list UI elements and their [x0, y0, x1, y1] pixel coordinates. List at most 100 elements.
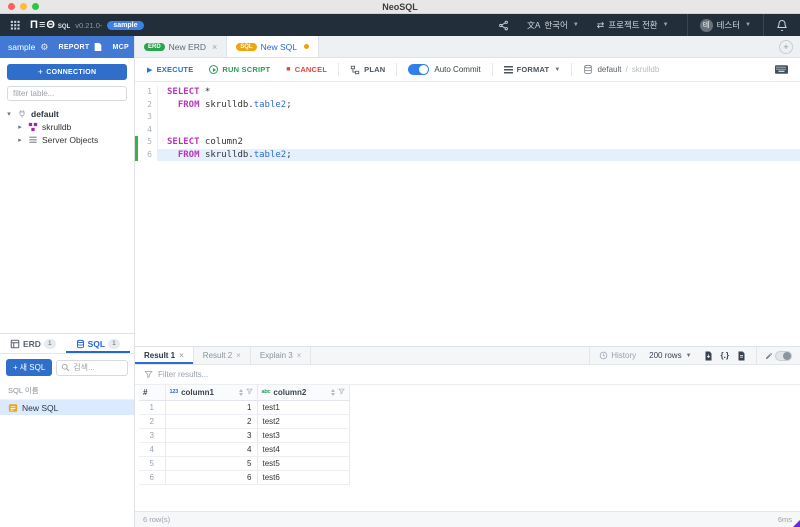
document-icon[interactable]: [94, 42, 102, 52]
report-button[interactable]: REPORT: [58, 44, 89, 51]
close-tab-icon[interactable]: ×: [212, 42, 217, 52]
json-view-icon[interactable]: {.}: [721, 351, 729, 360]
editor-tab-new-erd[interactable]: ERD New ERD ×: [135, 36, 228, 57]
save-results-file-icon[interactable]: [737, 351, 746, 361]
panel-tab-sql[interactable]: SQL 1: [66, 334, 130, 353]
table-row[interactable]: 1 1 test1: [139, 400, 350, 415]
mcp-button[interactable]: MCP: [112, 44, 128, 51]
apps-grid-icon[interactable]: [10, 20, 20, 30]
results-statusbar: 6 row(s) 6ms: [135, 511, 800, 527]
unsaved-indicator: [303, 44, 309, 49]
share-button[interactable]: [498, 20, 509, 31]
add-connection-button[interactable]: + CONNECTION: [7, 64, 127, 80]
editor-line-4[interactable]: 4: [135, 123, 800, 136]
rows-limit-select[interactable]: 200 rows ▼: [645, 351, 701, 360]
table-row[interactable]: 5 5 test5: [139, 456, 350, 471]
minimize-window-button[interactable]: [20, 3, 27, 10]
edit-mode-control: [756, 347, 800, 364]
cell-column2[interactable]: test1: [257, 400, 350, 415]
app-header: Π≡Θ SQL v0.21.0- sample 文A 한국어 ▼ ⇄ 프로젝트 …: [0, 14, 800, 36]
chevron-right-icon[interactable]: ▸: [16, 123, 24, 131]
editor-line-6[interactable]: 6 FROM skrulldb.table2;: [135, 148, 800, 161]
cell-column2[interactable]: test6: [257, 470, 350, 485]
cancel-button[interactable]: ■ CANCEL: [286, 65, 327, 74]
gear-icon[interactable]: ⚙: [40, 42, 48, 53]
cell-column1[interactable]: 5: [165, 456, 258, 471]
resize-corner[interactable]: [793, 520, 800, 527]
chevron-down-icon[interactable]: ▾: [5, 110, 13, 118]
auto-commit-toggle[interactable]: [408, 64, 430, 75]
cell-column1[interactable]: 4: [165, 442, 258, 457]
editor-line-3[interactable]: 3: [135, 111, 800, 124]
edit-mode-toggle[interactable]: [775, 350, 792, 361]
connection-name[interactable]: sample: [8, 42, 35, 52]
filter-results-input[interactable]: [158, 370, 791, 379]
close-tab-icon[interactable]: ×: [179, 351, 184, 360]
table-row[interactable]: 6 6 test6: [139, 470, 350, 485]
cell-column1[interactable]: 3: [165, 428, 258, 443]
run-script-button[interactable]: RUN SCRIPT: [209, 65, 270, 74]
new-sql-button[interactable]: + 새 SQL: [6, 359, 53, 376]
column-header-column1[interactable]: 123 column1: [165, 385, 258, 401]
zoom-window-button[interactable]: [32, 3, 39, 10]
tree-item-server-objects[interactable]: ▸ Server Objects: [0, 133, 134, 146]
database-icon: [76, 339, 85, 349]
execute-button[interactable]: ▶ EXECUTE: [147, 65, 193, 74]
tree-item-default[interactable]: ▾ default: [0, 107, 134, 120]
sort-icon[interactable]: [330, 388, 335, 396]
close-window-button[interactable]: [8, 3, 15, 10]
cell-column1[interactable]: 1: [165, 400, 258, 415]
editor-line-2[interactable]: 2 FROM skrulldb.table2;: [135, 98, 800, 111]
editor-line-5[interactable]: 5 SELECT column2: [135, 136, 800, 149]
content-area: ERD New ERD × SQL New SQL + ▶ EXECUTE RUN SC…: [135, 36, 800, 527]
format-button[interactable]: FORMAT ▼: [503, 65, 561, 74]
column-filter-icon[interactable]: [337, 388, 345, 397]
sql-file-icon: [8, 403, 18, 413]
cell-column1[interactable]: 2: [165, 414, 258, 429]
sql-search-input[interactable]: [73, 363, 123, 372]
plan-button[interactable]: PLAN: [350, 65, 385, 75]
filter-table-input[interactable]: [7, 86, 127, 101]
row-count-label: 6 row(s): [143, 515, 171, 524]
index-column-header[interactable]: #: [139, 385, 166, 401]
database-icon: [583, 64, 593, 75]
export-file-icon[interactable]: [704, 351, 713, 361]
panel-tab-erd[interactable]: ERD 1: [0, 334, 66, 353]
column-header-column2[interactable]: abc column2: [257, 385, 350, 401]
notifications-button[interactable]: [763, 14, 800, 36]
cell-column1[interactable]: 6: [165, 470, 258, 485]
result-tab-result-1[interactable]: Result 1 ×: [135, 347, 194, 364]
cell-column2[interactable]: test2: [257, 414, 350, 429]
sql-editor[interactable]: 1 SELECT * 2 FROM skrulldb.table2; 3 4 5 SELEC…: [135, 82, 800, 346]
column-type-icon: abc: [261, 389, 271, 396]
result-tab-result-2[interactable]: Result 2 ×: [194, 347, 251, 364]
column-type-icon: 123: [169, 389, 179, 396]
cell-column2[interactable]: test5: [257, 456, 350, 471]
language-selector[interactable]: 文A 한국어 ▼: [527, 19, 579, 31]
chevron-right-icon[interactable]: ▸: [16, 136, 24, 144]
cell-column2[interactable]: test3: [257, 428, 350, 443]
new-tab-button[interactable]: +: [779, 40, 793, 54]
user-menu[interactable]: 테 테스터 ▼: [686, 14, 763, 36]
close-tab-icon[interactable]: ×: [236, 351, 241, 360]
column-filter-icon[interactable]: [245, 388, 253, 397]
plus-icon: +: [13, 363, 18, 372]
close-tab-icon[interactable]: ×: [297, 351, 302, 360]
table-row[interactable]: 4 4 test4: [139, 442, 350, 457]
result-tab-explain-3[interactable]: Explain 3 ×: [251, 347, 312, 364]
project-switch-button[interactable]: ⇄ 프로젝트 전환 ▼: [597, 19, 669, 31]
language-label: 한국어: [544, 20, 568, 30]
tree-item-skrulldb[interactable]: ▸ skrulldb: [0, 120, 134, 133]
sql-list-item-new-sql[interactable]: New SQL: [0, 400, 134, 415]
cell-column2[interactable]: test4: [257, 442, 350, 457]
table-row[interactable]: 2 2 test2: [139, 414, 350, 429]
editor-line-1[interactable]: 1 SELECT *: [135, 86, 800, 99]
keyboard-shortcuts-icon[interactable]: [775, 65, 788, 74]
sort-icon[interactable]: [238, 388, 243, 396]
divider: [338, 63, 340, 76]
table-row[interactable]: 3 3 test3: [139, 428, 350, 443]
editor-tab-new-sql[interactable]: SQL New SQL: [227, 36, 319, 57]
history-button[interactable]: History: [590, 351, 645, 360]
database-breadcrumb[interactable]: default / skrulldb: [583, 64, 659, 75]
sql-toolbar: ▶ EXECUTE RUN SCRIPT ■ CANCEL PLAN Auto …: [135, 58, 800, 82]
